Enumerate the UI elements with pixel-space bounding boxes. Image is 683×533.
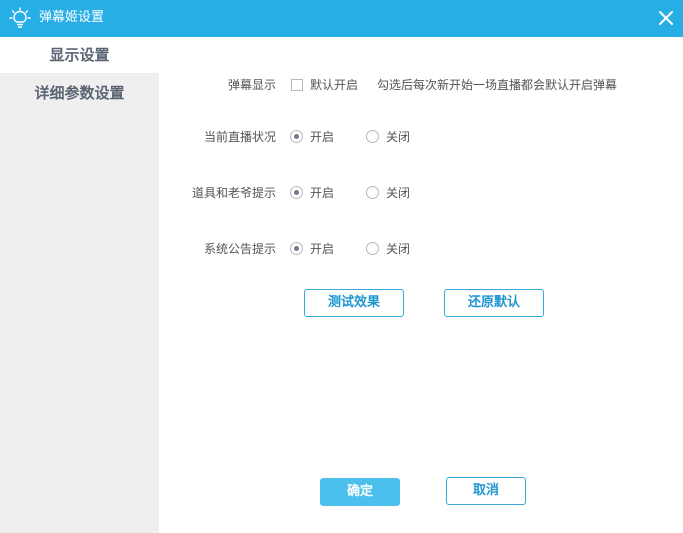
live-status-on-label: 开启 <box>310 130 335 144</box>
title-bar: 弹幕姬设置 <box>0 0 683 37</box>
gift-tip-on-label: 开启 <box>310 186 335 200</box>
restore-default-button[interactable]: 还原默认 <box>444 289 544 317</box>
gift-tip-off-label: 关闭 <box>386 186 411 200</box>
danmaku-display-label: 弹幕显示 <box>227 78 276 92</box>
cancel-button[interactable]: 取消 <box>446 477 526 505</box>
default-on-label: 默认开启 <box>310 78 359 92</box>
default-on-checkbox[interactable] <box>291 79 303 91</box>
default-on-hint: 勾选后每次新开始一场直播都会默认开启弹幕 <box>377 78 618 92</box>
test-effect-button[interactable]: 测试效果 <box>304 289 404 317</box>
announcement-on-label: 开启 <box>310 242 335 256</box>
announcement-off-label: 关闭 <box>386 242 411 256</box>
gift-tip-label: 道具和老爷提示 <box>191 186 276 200</box>
sidebar: 显示设置 详细参数设置 <box>0 37 159 533</box>
gift-tip-on-radio[interactable] <box>290 186 303 199</box>
live-status-off-radio[interactable] <box>366 130 379 143</box>
announcement-label: 系统公告提示 <box>203 242 276 256</box>
live-status-label: 当前直播状况 <box>203 130 276 144</box>
announcement-off-radio[interactable] <box>366 242 379 255</box>
confirm-button[interactable]: 确定 <box>320 478 400 506</box>
live-status-off-label: 关闭 <box>386 130 411 144</box>
lightbulb-icon <box>9 7 31 28</box>
close-icon[interactable] <box>655 7 677 29</box>
gift-tip-off-radio[interactable] <box>366 186 379 199</box>
live-status-on-radio[interactable] <box>290 130 303 143</box>
sidebar-item-display-settings[interactable]: 显示设置 <box>0 37 159 73</box>
sidebar-item-detail-parameters[interactable]: 详细参数设置 <box>0 75 159 111</box>
announcement-on-radio[interactable] <box>290 242 303 255</box>
window-title: 弹幕姬设置 <box>39 10 105 25</box>
